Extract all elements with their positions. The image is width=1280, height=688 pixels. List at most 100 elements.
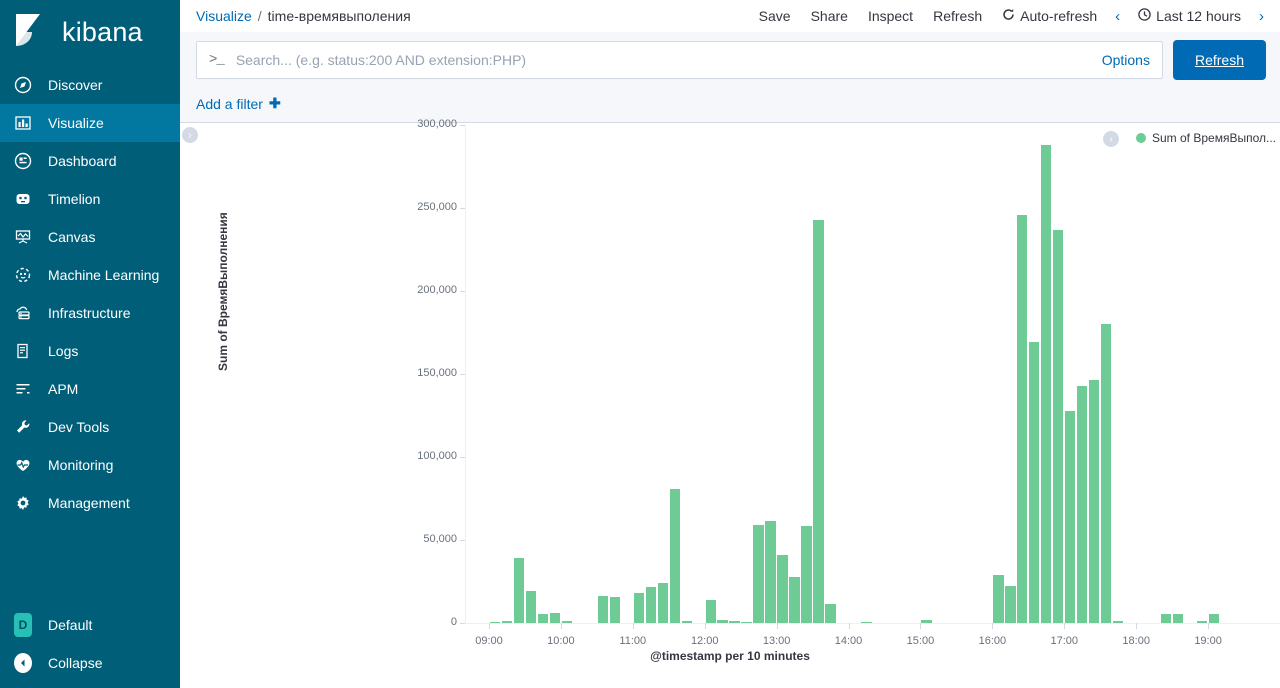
chart-bar[interactable] <box>801 525 812 623</box>
chart-bar[interactable] <box>825 603 836 623</box>
collapse-nav-button[interactable]: Collapse <box>0 644 180 682</box>
y-axis-tick-mark <box>460 125 465 126</box>
sidebar-item-machine-learning[interactable]: Machine Learning <box>0 256 180 294</box>
chart-bar[interactable] <box>1017 214 1028 623</box>
chart-bar[interactable] <box>537 613 549 623</box>
chart-bar[interactable] <box>561 621 573 623</box>
y-axis-tick-label: 300,000 <box>417 118 457 130</box>
sidebar-item-discover[interactable]: Discover <box>0 66 180 104</box>
chart-bar[interactable] <box>681 621 692 623</box>
chart-bar[interactable] <box>861 621 872 623</box>
chart-bar[interactable] <box>645 587 656 623</box>
space-avatar: D <box>14 613 32 637</box>
chart-bar[interactable] <box>549 613 561 623</box>
sidebar-item-timelion[interactable]: Timelion <box>0 180 180 218</box>
sidebar-item-infrastructure[interactable]: Infrastructure <box>0 294 180 332</box>
query-refresh-button[interactable]: Refresh <box>1172 40 1266 80</box>
wrench-icon <box>14 418 32 436</box>
save-button[interactable]: Save <box>749 1 801 31</box>
sidebar-item-dashboard[interactable]: Dashboard <box>0 142 180 180</box>
sidebar-item-label: Visualize <box>48 115 104 131</box>
chart-bar[interactable] <box>501 621 513 623</box>
query-options-link[interactable]: Options <box>1102 52 1150 68</box>
chart-bar[interactable] <box>1065 411 1076 623</box>
breadcrumb-current: time-времявыполения <box>267 8 411 24</box>
brand-header[interactable]: kibana <box>0 0 180 64</box>
chart-bar[interactable] <box>1172 613 1184 623</box>
heart-pulse-icon <box>14 456 32 474</box>
sidebar-item-label: Logs <box>48 343 79 359</box>
chart-bar[interactable] <box>753 525 764 623</box>
dashboard-icon <box>14 152 32 170</box>
visualization-panel: › › Sum of ВремяВыпол... Sum of ВремяВып… <box>180 118 1280 688</box>
auto-refresh-label: Auto-refresh <box>1020 8 1098 24</box>
time-picker-button[interactable]: Last 12 hours <box>1128 1 1251 31</box>
sidebar-item-label: APM <box>48 381 79 397</box>
space-selector-default[interactable]: D Default <box>0 606 180 644</box>
breadcrumb-separator: / <box>257 8 262 24</box>
refresh-cycle-icon <box>1002 1 1015 31</box>
logs-icon <box>14 342 32 360</box>
filter-bar: Add a filter ✚ <box>180 89 1280 123</box>
chart-bar[interactable] <box>657 583 668 623</box>
bar-chart-plot[interactable]: Sum of ВремяВыполнения @timestamp per 10… <box>180 118 1280 683</box>
nav-list: Discover Visualize Dashboard Timelion Ca… <box>0 66 180 522</box>
search-input[interactable] <box>235 52 1102 68</box>
chart-bar[interactable] <box>597 596 608 623</box>
chart-bar[interactable] <box>993 574 1004 623</box>
chart-bar[interactable] <box>921 619 932 623</box>
chart-bar[interactable] <box>1196 621 1208 623</box>
chart-bar[interactable] <box>765 520 776 623</box>
search-field-wrapper[interactable]: >_ Options <box>196 41 1163 79</box>
inspect-button[interactable]: Inspect <box>858 1 923 31</box>
chart-bar[interactable] <box>669 489 680 623</box>
breadcrumb-visualize[interactable]: Visualize <box>196 8 252 24</box>
chart-bar[interactable] <box>729 621 740 623</box>
chart-bar[interactable] <box>525 591 537 623</box>
chart-bar[interactable] <box>741 621 752 623</box>
time-prev-button[interactable]: ‹ <box>1107 8 1128 25</box>
chart-bar[interactable] <box>1077 386 1088 623</box>
time-next-button[interactable]: › <box>1251 8 1272 25</box>
chart-bar[interactable] <box>1029 342 1040 623</box>
auto-refresh-button[interactable]: Auto-refresh <box>992 1 1107 31</box>
x-axis-tick-mark <box>992 623 994 629</box>
sidebar-item-apm[interactable]: APM <box>0 370 180 408</box>
chart-bar[interactable] <box>633 593 644 623</box>
x-axis-tick-label: 18:00 <box>1122 635 1150 647</box>
chart-bar[interactable] <box>1089 379 1100 623</box>
sidebar-item-canvas[interactable]: Canvas <box>0 218 180 256</box>
chart-bar[interactable] <box>513 558 525 623</box>
sidebar-item-dev-tools[interactable]: Dev Tools <box>0 408 180 446</box>
sidebar-item-label: Dashboard <box>48 153 117 169</box>
chart-bar[interactable] <box>1160 613 1172 623</box>
x-axis-line <box>465 623 1280 624</box>
chart-bar[interactable] <box>1005 585 1016 623</box>
chart-bar[interactable] <box>789 577 800 623</box>
chart-bar[interactable] <box>609 597 620 623</box>
chart-bar[interactable] <box>1101 324 1112 623</box>
chart-bar[interactable] <box>705 599 716 623</box>
x-axis-tick-label: 11:00 <box>619 635 647 647</box>
chart-bar[interactable] <box>1208 613 1220 623</box>
sidebar-item-logs[interactable]: Logs <box>0 332 180 370</box>
chart-bar[interactable] <box>1041 144 1052 623</box>
share-button[interactable]: Share <box>801 1 858 31</box>
sidebar-item-management[interactable]: Management <box>0 484 180 522</box>
add-filter-button[interactable]: Add a filter ✚ <box>196 95 281 112</box>
sidebar-item-label: Machine Learning <box>48 267 160 283</box>
sidebar-item-monitoring[interactable]: Monitoring <box>0 446 180 484</box>
kibana-app: kibana Discover Visualize Dashboard Time… <box>0 0 1280 688</box>
chart-bar[interactable] <box>717 620 728 623</box>
space-initial: D <box>14 613 32 637</box>
sidebar-footer: D Default Collapse <box>0 606 180 688</box>
x-axis-tick-label: 12:00 <box>690 635 719 647</box>
chart-bar[interactable] <box>1053 229 1064 623</box>
refresh-button[interactable]: Refresh <box>923 1 992 31</box>
x-axis-tick-mark <box>1064 623 1066 629</box>
chart-bar[interactable] <box>813 219 824 623</box>
sidebar-item-visualize[interactable]: Visualize <box>0 104 180 142</box>
chart-bar[interactable] <box>1113 621 1124 623</box>
chart-bar[interactable] <box>777 554 788 623</box>
chart-bar[interactable] <box>489 621 501 623</box>
